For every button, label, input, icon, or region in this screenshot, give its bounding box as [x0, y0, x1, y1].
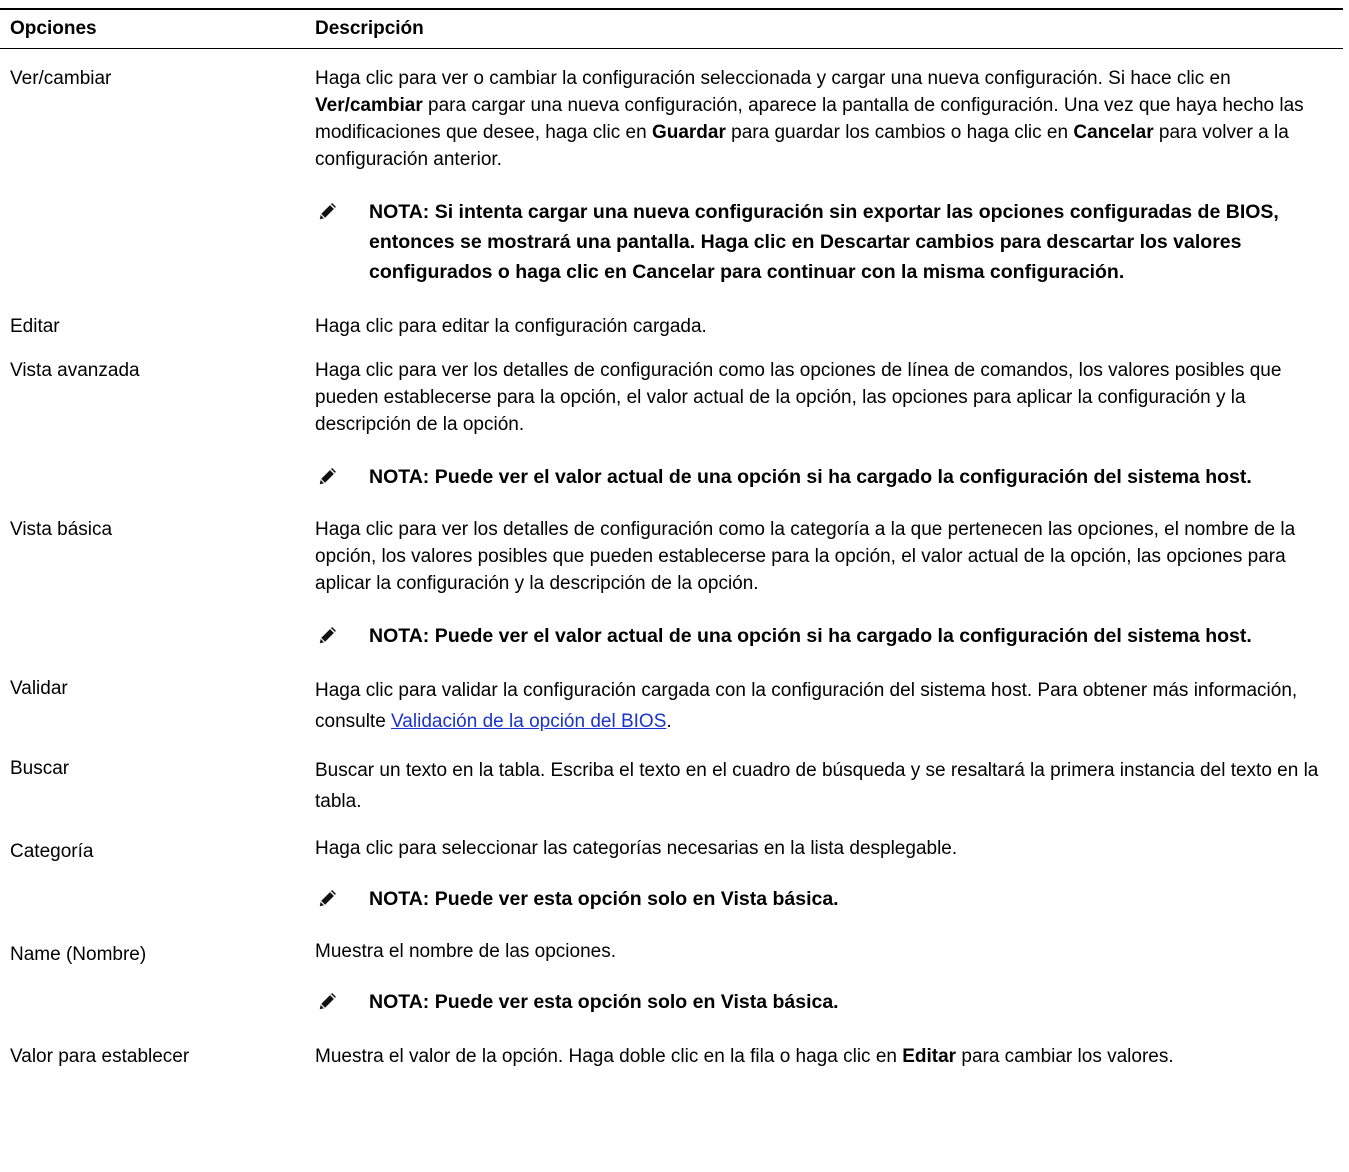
option-description: Haga clic para ver los detalles de confi…	[305, 357, 1343, 492]
option-name: Categoría	[10, 841, 94, 862]
table-header-row: Opciones Descripción	[0, 10, 1343, 48]
table-row: Categoría Haga clic para seleccionar las…	[0, 817, 1343, 914]
note-text: NOTA: Puede ver esta opción solo en Vist…	[369, 888, 839, 910]
table-row: Name (Nombre) Muestra el nombre de las o…	[0, 914, 1343, 1017]
desc-text: para guardar los cambios o haga clic en	[725, 122, 1074, 143]
table-row: Vista básica Haga clic para ver los deta…	[0, 492, 1343, 651]
table-row: Editar Haga clic para editar la configur…	[0, 287, 1343, 340]
pencil-note-icon	[319, 203, 336, 220]
option-description: Haga clic para ver o cambiar la configur…	[305, 65, 1343, 287]
option-description: Muestra el nombre de las opciones. NOTA:…	[305, 938, 1343, 1017]
desc-text: Haga clic para ver o cambiar la configur…	[315, 68, 1231, 89]
table-row: Validar Haga clic para validar la config…	[0, 651, 1343, 737]
table-row: Valor para establecer Muestra el valor d…	[0, 1017, 1343, 1070]
option-description: Haga clic para editar la configuración c…	[305, 313, 1343, 340]
desc-text: Haga clic para ver los detalles de confi…	[315, 360, 1282, 435]
option-description: Haga clic para seleccionar las categoría…	[305, 835, 1343, 914]
pencil-note-icon	[319, 627, 336, 644]
option-name: Buscar	[10, 758, 70, 779]
pencil-note-icon	[319, 468, 336, 485]
note-block: NOTA: Puede ver esta opción solo en Vist…	[317, 884, 1331, 914]
option-description: Haga clic para validar la configuración …	[305, 675, 1343, 737]
note-block: NOTA: Si intenta cargar una nueva config…	[317, 197, 1331, 287]
note-block: NOTA: Puede ver el valor actual de una o…	[317, 621, 1331, 651]
desc-bold: Guardar	[651, 122, 726, 143]
option-name: Vista avanzada	[10, 360, 140, 381]
desc-bold: Editar	[902, 1046, 957, 1067]
desc-text: Haga clic para seleccionar las categoría…	[315, 838, 958, 859]
options-table: Opciones Descripción Ver/cambiar Haga cl…	[0, 8, 1343, 1070]
desc-bold: Ver/cambiar	[315, 95, 423, 116]
option-name: Vista básica	[10, 519, 113, 540]
option-name: Valor para establecer	[10, 1046, 190, 1067]
table-row: Vista avanzada Haga clic para ver los de…	[0, 340, 1343, 492]
option-name: Editar	[10, 316, 60, 337]
note-block: NOTA: Puede ver el valor actual de una o…	[317, 462, 1331, 492]
desc-text: para cambiar los valores.	[956, 1046, 1174, 1067]
desc-text: Haga clic para ver los detalles de confi…	[315, 519, 1296, 594]
option-name: Validar	[10, 678, 68, 699]
desc-text: Haga clic para editar la configuración c…	[315, 316, 707, 337]
option-description: Buscar un texto en la tabla. Escriba el …	[305, 755, 1343, 817]
note-text: NOTA: Puede ver esta opción solo en Vist…	[369, 991, 839, 1013]
option-name: Name (Nombre)	[10, 944, 147, 965]
option-description: Haga clic para ver los detalles de confi…	[305, 516, 1343, 651]
note-text: NOTA: Puede ver el valor actual de una o…	[369, 625, 1252, 647]
note-block: NOTA: Puede ver esta opción solo en Vist…	[317, 987, 1331, 1017]
desc-text: Buscar un texto en la tabla. Escriba el …	[315, 760, 1319, 812]
note-text: NOTA: Si intenta cargar una nueva config…	[369, 201, 1279, 283]
desc-text: Muestra el nombre de las opciones.	[315, 941, 616, 962]
table-row: Buscar Buscar un texto en la tabla. Escr…	[0, 737, 1343, 817]
header-description: Descripción	[315, 18, 424, 39]
option-description: Muestra el valor de la opción. Haga dobl…	[305, 1043, 1343, 1070]
table-row: Ver/cambiar Haga clic para ver o cambiar…	[0, 49, 1343, 287]
desc-bold: Cancelar	[1073, 122, 1154, 143]
option-name: Ver/cambiar	[10, 68, 112, 89]
note-text: NOTA: Puede ver el valor actual de una o…	[369, 466, 1252, 488]
header-options: Opciones	[10, 18, 97, 39]
pencil-note-icon	[319, 890, 336, 907]
desc-text: Muestra el valor de la opción. Haga dobl…	[315, 1046, 903, 1067]
pencil-note-icon	[319, 993, 336, 1010]
bios-validation-link[interactable]: Validación de la opción del BIOS	[391, 711, 666, 732]
desc-text: .	[666, 711, 672, 732]
